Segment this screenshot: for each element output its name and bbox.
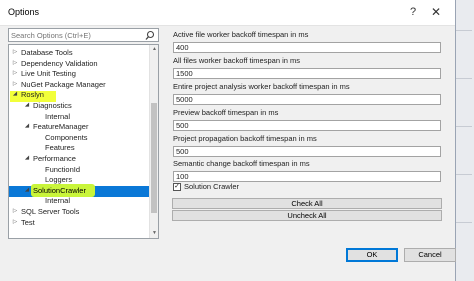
background-window: [454, 0, 474, 281]
field-label-preview: Preview backoff timespan in ms: [173, 108, 279, 117]
tree-item-nuget-package-manager[interactable]: ▷ NuGet Package Manager: [9, 79, 149, 90]
settings-pane: Active file worker backoff timespan in m…: [170, 28, 444, 228]
tree-item-live-unit-testing[interactable]: ▷ Live Unit Testing: [9, 68, 149, 79]
tree-item-components[interactable]: Components: [9, 132, 149, 143]
tree-item-internal[interactable]: Internal: [9, 111, 149, 122]
tree-item-database-tools[interactable]: ▷ Database Tools: [9, 47, 149, 58]
tree-item-internal[interactable]: Internal: [9, 195, 149, 206]
tree-scrollbar[interactable]: ▲ ▼: [149, 45, 158, 238]
cancel-button[interactable]: Cancel: [404, 248, 456, 262]
field-input-semantic-change[interactable]: 100: [173, 171, 441, 182]
scroll-down-icon[interactable]: ▼: [150, 229, 158, 238]
tree-item-performance[interactable]: ◢ Performance: [9, 153, 149, 164]
tree-item-label: SQL Server Tools: [21, 207, 80, 216]
expand-arrow-icon[interactable]: ▷: [11, 206, 19, 217]
tree-item-solutioncrawler[interactable]: ◢ SolutionCrawler: [9, 185, 149, 196]
expand-arrow-icon[interactable]: ▷: [11, 47, 19, 58]
collapse-arrow-icon[interactable]: ◢: [23, 121, 31, 132]
solution-crawler-checkbox[interactable]: ✓: [173, 183, 181, 191]
tree-item-label: Test: [21, 217, 35, 227]
tree-item-label: Loggers: [45, 175, 73, 185]
tree-item-dependency-validation[interactable]: ▷ Dependency Validation: [9, 58, 149, 69]
scroll-thumb[interactable]: [151, 103, 157, 213]
title-bar: Options ? ✕: [0, 0, 455, 26]
tree-item-label: Dependency Validation: [21, 58, 98, 68]
tree-item-roslyn[interactable]: ◢ Roslyn: [9, 89, 149, 100]
tree-item-label: NuGet Package Manager: [21, 79, 106, 89]
field-input-preview[interactable]: 500: [173, 120, 441, 131]
search-input[interactable]: [11, 30, 141, 41]
scroll-up-icon[interactable]: ▲: [150, 45, 158, 54]
field-label-entire-project: Entire project analysis worker backoff t…: [173, 82, 350, 91]
ok-button[interactable]: OK: [346, 248, 398, 262]
options-dialog: Options ? ✕ ▷Database Tools▷Dependency V…: [0, 0, 456, 281]
tree-item-featuremanager[interactable]: ◢ FeatureManager: [9, 121, 149, 132]
tree-item-functionid[interactable]: FunctionId: [9, 164, 149, 175]
tree-item-label: Database Tools: [21, 48, 73, 57]
help-icon[interactable]: ?: [405, 4, 421, 20]
collapse-arrow-icon[interactable]: ◢: [11, 89, 19, 100]
tree-item-label: FunctionId: [45, 164, 81, 174]
tree-item-label: Components: [45, 132, 88, 142]
tree-item-features[interactable]: Features: [9, 142, 149, 153]
collapse-arrow-icon[interactable]: ◢: [23, 185, 31, 196]
tree-item-label: Live Unit Testing: [21, 69, 76, 79]
check-all-button[interactable]: Check All: [172, 198, 442, 209]
tree-item-label: FeatureManager: [33, 122, 89, 132]
tree-item-label: SolutionCrawler: [33, 185, 86, 195]
expand-arrow-icon[interactable]: ▷: [11, 79, 19, 90]
search-icon[interactable]: [145, 30, 155, 41]
tree-item-loggers[interactable]: Loggers: [9, 174, 149, 185]
field-input-entire-project[interactable]: 5000: [173, 94, 441, 105]
tree-item-label: Performance: [33, 154, 76, 163]
tree-item-label: Features: [45, 143, 75, 153]
collapse-arrow-icon[interactable]: ◢: [23, 100, 31, 111]
field-label-all-files: All files worker backoff timespan in ms: [173, 56, 300, 65]
tree-item-diagnostics[interactable]: ◢ Diagnostics: [9, 100, 149, 111]
solution-crawler-label: Solution Crawler: [184, 182, 240, 191]
expand-arrow-icon[interactable]: ▷: [11, 217, 19, 228]
field-label-project-propagation: Project propagation backoff timespan in …: [173, 134, 317, 143]
collapse-arrow-icon[interactable]: ◢: [23, 153, 31, 164]
tree-item-label: Internal: [45, 196, 71, 206]
tree-item-sql-server-tools[interactable]: ▷ SQL Server Tools: [9, 206, 149, 217]
tree-item-label: Diagnostics: [33, 101, 72, 110]
field-input-project-propagation[interactable]: 500: [173, 146, 441, 157]
expand-arrow-icon[interactable]: ▷: [11, 68, 19, 79]
close-icon[interactable]: ✕: [428, 4, 444, 20]
expand-arrow-icon[interactable]: ▷: [11, 58, 19, 69]
tree-item-label: Roslyn: [21, 90, 44, 100]
uncheck-all-button[interactable]: Uncheck All: [172, 210, 442, 221]
tree-item-label: Internal: [45, 111, 71, 121]
tree-item-test[interactable]: ▷ Test: [9, 217, 149, 228]
field-label-active-file: Active file worker backoff timespan in m…: [173, 30, 309, 39]
field-input-all-files[interactable]: 1500: [173, 68, 441, 79]
field-label-semantic-change: Semantic change backoff timespan in ms: [173, 159, 310, 168]
window-title: Options: [8, 7, 40, 17]
field-input-active-file[interactable]: 400: [173, 42, 441, 53]
search-box[interactable]: [8, 28, 159, 42]
options-tree: ▷ Database Tools ▷ Dependency Validation ▷ Li…: [8, 44, 159, 239]
